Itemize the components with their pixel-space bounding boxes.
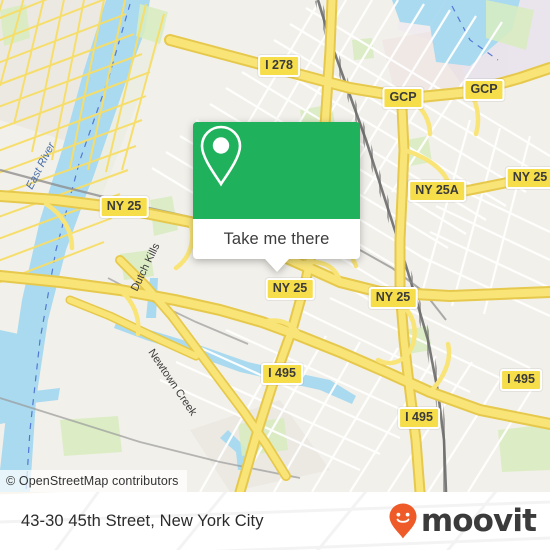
popup-pointer — [264, 259, 289, 272]
road-shield: NY 25A — [408, 180, 466, 202]
road-shield: GCP — [382, 87, 424, 109]
address-label: 43-30 45th Street, New York City — [21, 512, 264, 530]
road-shield: I 495 — [398, 407, 440, 429]
moovit-map-screenshot: East River Newtown Creek Dutch Kills I 2… — [0, 0, 550, 550]
popup-icon-area — [193, 122, 360, 219]
osm-attribution[interactable]: © OpenStreetMap contributors — [0, 470, 187, 492]
road-shield: GCP — [463, 79, 505, 101]
road-shield: NY 25 — [505, 167, 550, 189]
map-pin-icon — [200, 125, 242, 187]
road-shield: I 495 — [500, 369, 542, 391]
popup-action-bar[interactable]: Take me there — [193, 219, 360, 259]
road-shield: NY 25 — [99, 196, 149, 218]
location-popup-card[interactable]: Take me there — [193, 122, 360, 272]
take-me-there-label: Take me there — [223, 229, 330, 248]
road-shield: NY 25 — [265, 278, 315, 300]
road-shield: NY 25 — [368, 287, 418, 309]
moovit-logo[interactable]: moovit — [388, 492, 537, 550]
road-shield: I 278 — [258, 55, 300, 77]
map-canvas[interactable]: East River Newtown Creek Dutch Kills I 2… — [0, 0, 550, 492]
footer-bar: 43-30 45th Street, New York City moovit — [0, 492, 550, 550]
road-shield: I 495 — [261, 363, 303, 385]
moovit-wordmark: moovit — [420, 502, 537, 539]
moovit-pin-icon — [389, 503, 417, 539]
